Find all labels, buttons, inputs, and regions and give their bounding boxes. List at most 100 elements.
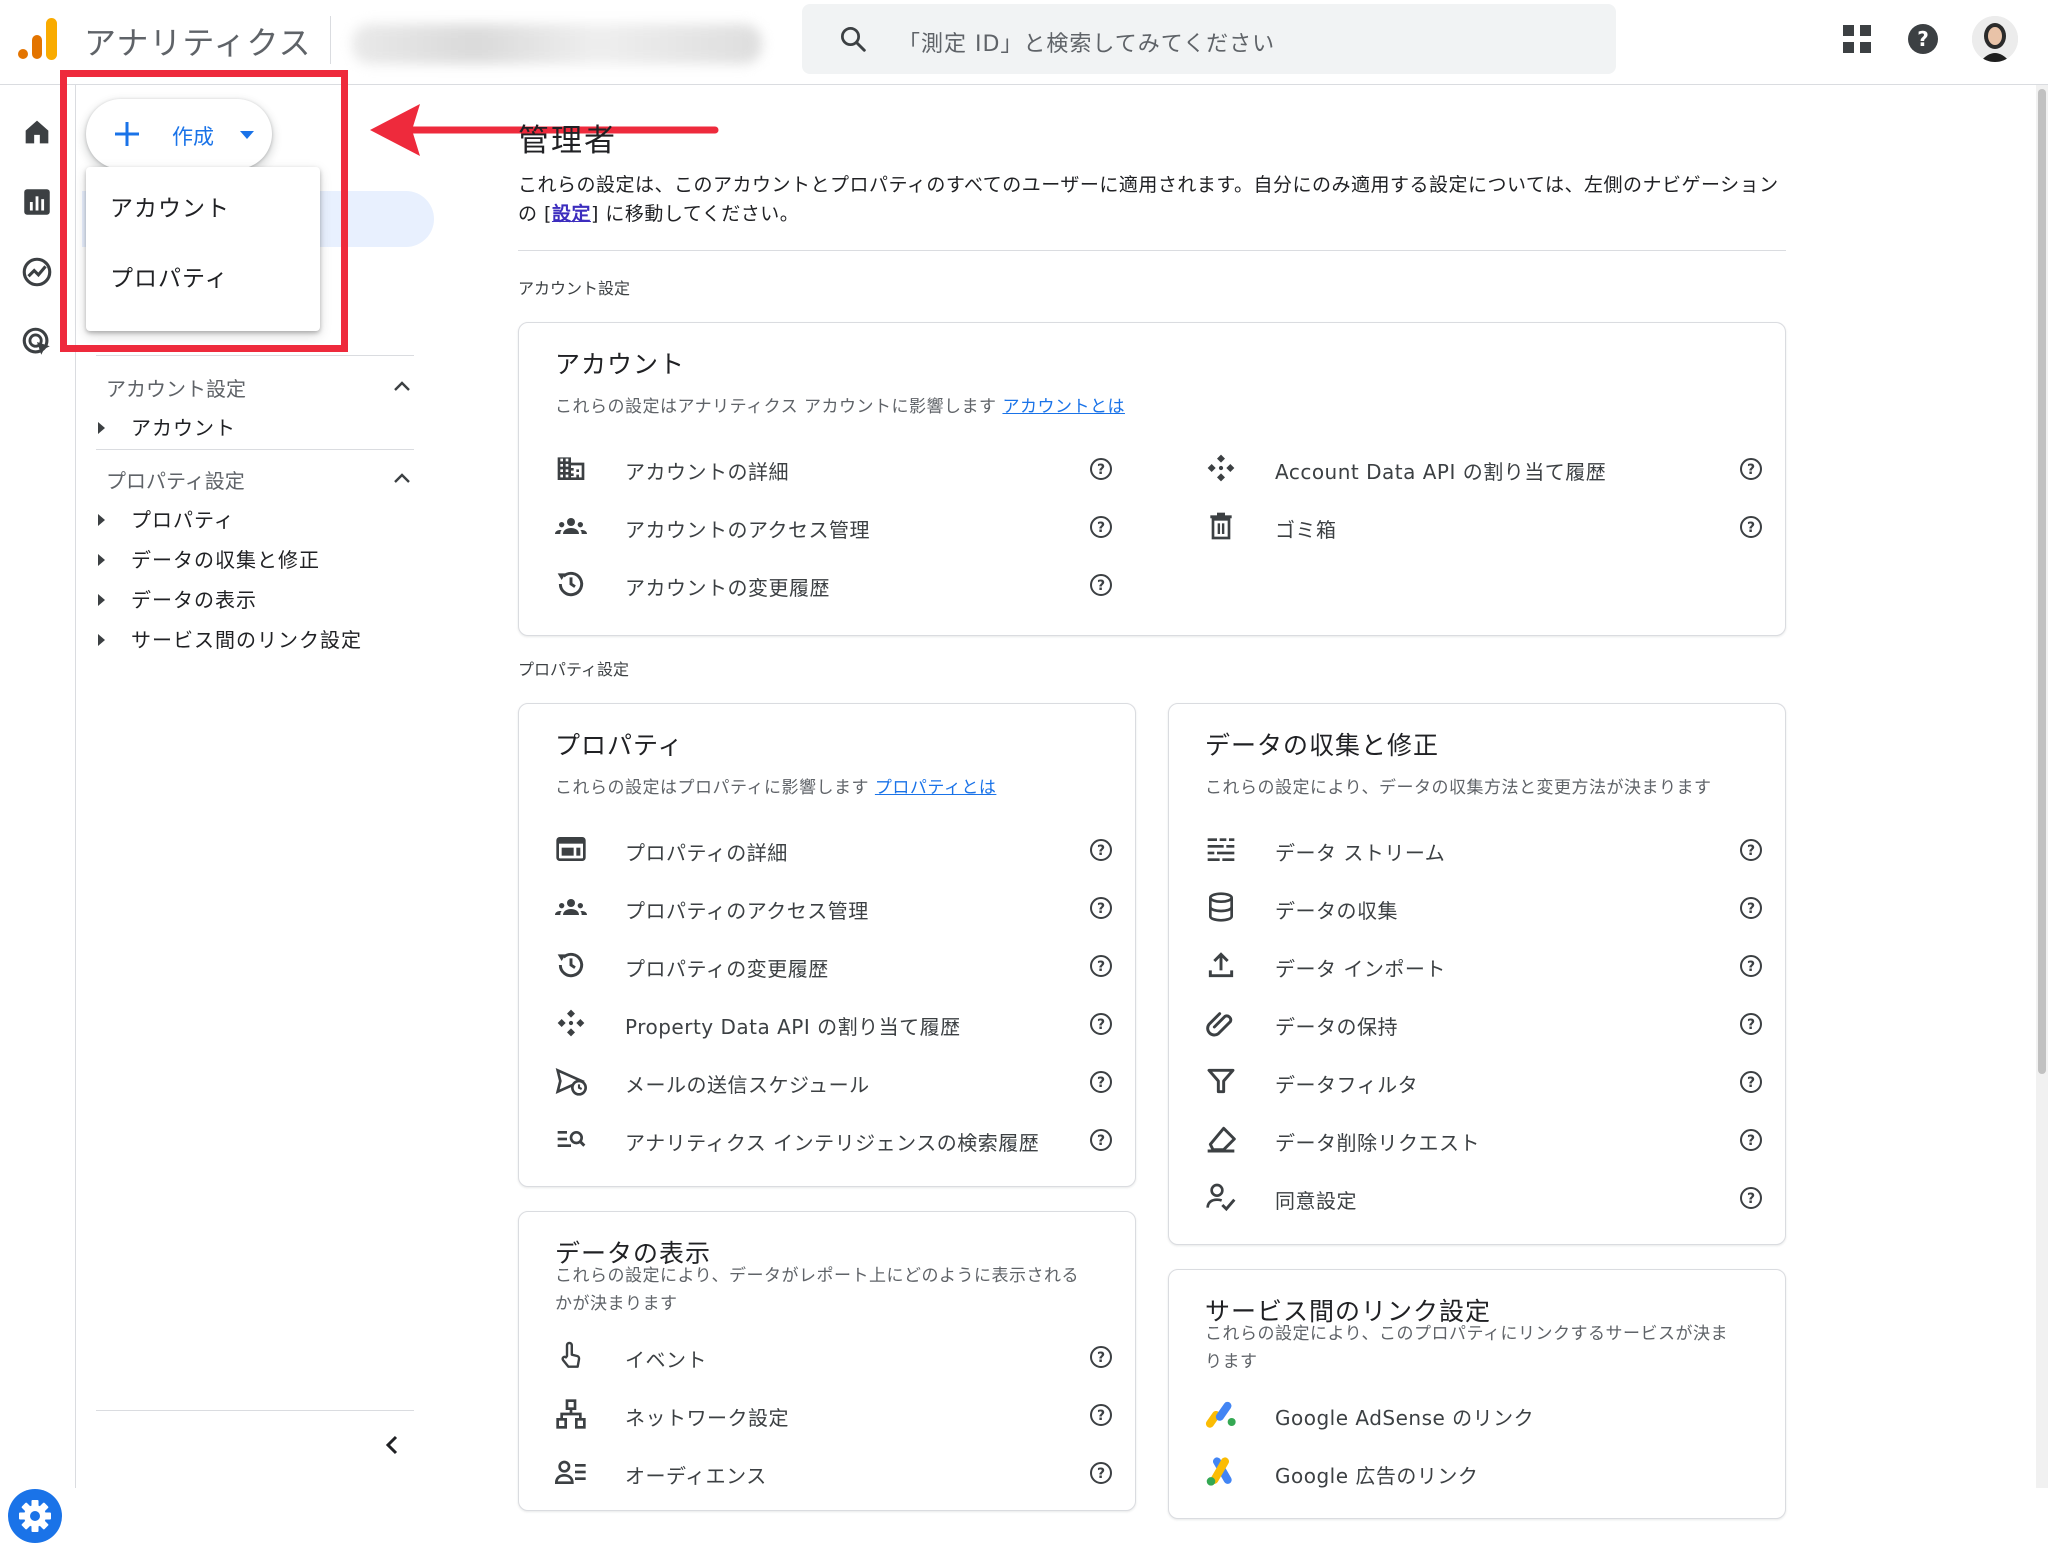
- annotation-highlight-box: [60, 70, 348, 352]
- help-circle-icon[interactable]: ?: [1089, 1403, 1113, 1427]
- help-circle-icon[interactable]: ?: [1089, 838, 1113, 862]
- admin-settings-gear-icon[interactable]: [8, 1489, 62, 1543]
- nav-divider: [96, 355, 414, 356]
- row-events[interactable]: イベント ?: [555, 1336, 1115, 1376]
- row-property-details[interactable]: プロパティの詳細 ?: [555, 829, 1115, 869]
- stream-icon: [1205, 833, 1237, 865]
- nav-item-product-links[interactable]: サービス間のリンク設定: [98, 624, 362, 653]
- expand-arrow-icon: [98, 633, 105, 646]
- account-selector-blurred[interactable]: [352, 24, 762, 64]
- what-is-account-link[interactable]: アカウントとは: [1002, 397, 1125, 417]
- help-circle-icon[interactable]: ?: [1089, 457, 1113, 481]
- settings-link[interactable]: 設定: [552, 203, 591, 225]
- help-circle-icon[interactable]: ?: [1739, 457, 1763, 481]
- row-data-streams[interactable]: データ ストリーム ?: [1205, 829, 1765, 869]
- row-scheduled-emails[interactable]: メールの送信スケジュール ?: [555, 1061, 1115, 1101]
- row-data-retention[interactable]: データの保持 ?: [1205, 1003, 1765, 1043]
- nav-section-property-settings[interactable]: プロパティ設定: [106, 465, 245, 494]
- help-circle-icon[interactable]: ?: [1739, 954, 1763, 978]
- help-circle-icon[interactable]: ?: [1089, 515, 1113, 539]
- adsense-icon: [1205, 1398, 1237, 1430]
- nav-item-data-collection[interactable]: データの収集と修正: [98, 544, 320, 573]
- row-data-import[interactable]: データ インポート ?: [1205, 945, 1765, 985]
- explore-icon[interactable]: [20, 255, 54, 289]
- help-circle-icon[interactable]: ?: [1739, 896, 1763, 920]
- row-data-filters[interactable]: データフィルタ ?: [1205, 1061, 1765, 1101]
- chevron-up-icon[interactable]: [392, 379, 412, 393]
- nav-section-account-settings[interactable]: アカウント設定: [106, 373, 246, 402]
- nav-item-data-display[interactable]: データの表示: [98, 584, 257, 613]
- help-circle-icon[interactable]: ?: [1089, 896, 1113, 920]
- analytics-logo-icon[interactable]: [18, 18, 58, 60]
- row-data-deletion-requests[interactable]: データ削除リクエスト ?: [1205, 1119, 1765, 1159]
- row-account-access[interactable]: アカウントのアクセス管理 ?: [555, 506, 1115, 546]
- search-icon: [838, 24, 868, 54]
- row-account-change-history[interactable]: アカウントの変更履歴 ?: [555, 564, 1115, 604]
- data-display-card: データの表示 これらの設定により、データがレポート上にどのように表示される かが決…: [518, 1211, 1136, 1511]
- search-bar[interactable]: 「測定 ID」と検索してみてください: [802, 4, 1616, 74]
- api-icon: [555, 1007, 587, 1039]
- row-account-data-api-history[interactable]: Account Data API の割り当て履歴 ?: [1205, 448, 1765, 488]
- help-circle-icon[interactable]: ?: [1089, 1461, 1113, 1485]
- app-title: アナリティクス: [84, 24, 312, 62]
- svg-text:?: ?: [1747, 462, 1755, 478]
- user-avatar[interactable]: [1972, 16, 2018, 62]
- row-account-details[interactable]: アカウントの詳細 ?: [555, 448, 1115, 488]
- help-circle-icon[interactable]: ?: [1739, 838, 1763, 862]
- help-circle-icon[interactable]: ?: [1739, 1070, 1763, 1094]
- svg-text:?: ?: [1747, 1191, 1755, 1207]
- row-trash[interactable]: ゴミ箱 ?: [1205, 506, 1765, 546]
- manage-search-icon: [555, 1123, 587, 1155]
- reports-icon[interactable]: [20, 185, 54, 219]
- apps-grid-icon[interactable]: [1842, 24, 1872, 54]
- help-circle-icon[interactable]: ?: [1089, 1345, 1113, 1369]
- row-property-access[interactable]: プロパティのアクセス管理 ?: [555, 887, 1115, 927]
- row-consent-settings[interactable]: 同意設定 ?: [1205, 1177, 1765, 1217]
- scheduled-send-icon: [555, 1065, 587, 1097]
- expand-arrow-icon: [98, 513, 105, 526]
- svg-text:?: ?: [1917, 27, 1929, 51]
- help-circle-icon[interactable]: ?: [1089, 573, 1113, 597]
- history-icon: [555, 949, 587, 981]
- people-icon: [555, 510, 587, 542]
- svg-text:?: ?: [1747, 1133, 1755, 1149]
- scrollbar-thumb[interactable]: [2038, 89, 2046, 1074]
- row-intelligence-search-history[interactable]: アナリティクス インテリジェンスの検索履歴 ?: [555, 1119, 1115, 1159]
- row-network-settings[interactable]: ネットワーク設定 ?: [555, 1394, 1115, 1434]
- nav-divider: [96, 1410, 414, 1411]
- svg-text:?: ?: [1097, 462, 1105, 478]
- expand-arrow-icon: [98, 421, 105, 434]
- row-property-data-api-history[interactable]: Property Data API の割り当て履歴 ?: [555, 1003, 1115, 1043]
- help-circle-icon[interactable]: ?: [1739, 515, 1763, 539]
- row-data-collection[interactable]: データの収集 ?: [1205, 887, 1765, 927]
- audience-icon: [555, 1456, 587, 1488]
- help-circle-icon[interactable]: ?: [1089, 1012, 1113, 1036]
- help-circle-icon[interactable]: ?: [1089, 954, 1113, 978]
- row-adsense-links[interactable]: Google AdSense のリンク: [1205, 1394, 1765, 1434]
- attach-icon: [1205, 1007, 1237, 1039]
- search-input[interactable]: 「測定 ID」と検索してみてください: [898, 26, 1275, 58]
- help-circle-icon[interactable]: ?: [1739, 1186, 1763, 1210]
- help-circle-icon[interactable]: ?: [1089, 1128, 1113, 1152]
- advertising-icon[interactable]: [20, 325, 54, 359]
- help-circle-icon[interactable]: ?: [1739, 1128, 1763, 1152]
- home-icon[interactable]: [20, 115, 54, 149]
- nav-item-account[interactable]: アカウント: [98, 412, 236, 441]
- collapse-nav-chevron-left-icon[interactable]: [382, 1433, 402, 1457]
- help-icon[interactable]: ?: [1906, 22, 1940, 56]
- row-audiences[interactable]: オーディエンス ?: [555, 1452, 1115, 1492]
- what-is-property-link[interactable]: プロパティとは: [875, 778, 996, 798]
- nav-divider: [96, 449, 414, 450]
- api-icon: [1205, 452, 1237, 484]
- web-icon: [555, 833, 587, 865]
- nav-item-property[interactable]: プロパティ: [98, 504, 235, 533]
- svg-text:?: ?: [1097, 520, 1105, 536]
- help-circle-icon[interactable]: ?: [1089, 1070, 1113, 1094]
- svg-text:?: ?: [1747, 843, 1755, 859]
- row-property-change-history[interactable]: プロパティの変更履歴 ?: [555, 945, 1115, 985]
- svg-text:?: ?: [1097, 578, 1105, 594]
- chevron-up-icon[interactable]: [392, 471, 412, 485]
- page-scrollbar[interactable]: [2036, 85, 2048, 1488]
- help-circle-icon[interactable]: ?: [1739, 1012, 1763, 1036]
- row-google-ads-links[interactable]: Google 広告のリンク: [1205, 1452, 1765, 1492]
